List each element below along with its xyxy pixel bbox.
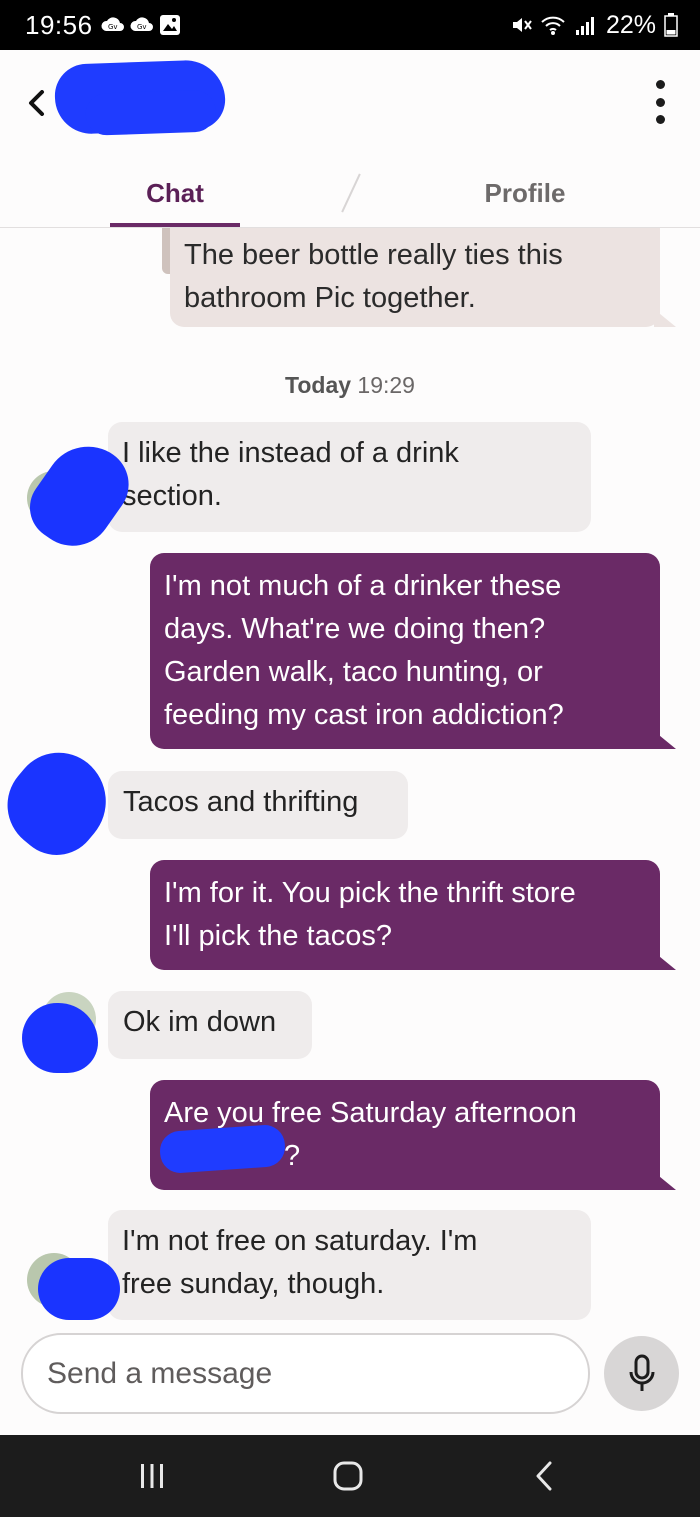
message-text-line: bathroom Pic together. bbox=[184, 282, 476, 314]
avatar-redaction bbox=[38, 1258, 120, 1320]
image-icon bbox=[159, 15, 180, 35]
back-icon bbox=[536, 1461, 552, 1491]
home-button[interactable] bbox=[318, 1453, 378, 1499]
outgoing-message-bubble[interactable]: The beer bottle really ties this bathroo… bbox=[162, 228, 676, 327]
message-text-line: Tacos and thrifting bbox=[123, 786, 359, 818]
contact-name-redaction bbox=[53, 59, 227, 135]
message-text-line: days. What're we doing then? bbox=[164, 613, 546, 645]
mute-icon bbox=[512, 18, 532, 32]
svg-text:Gv: Gv bbox=[137, 23, 147, 31]
recent-apps-button[interactable] bbox=[122, 1453, 182, 1499]
tab-bar: Chat Profile bbox=[0, 160, 700, 228]
tab-chat[interactable]: Chat bbox=[110, 160, 240, 226]
incoming-message-bubble[interactable]: Tacos and thrifting bbox=[108, 771, 408, 839]
more-vertical-icon-dot bbox=[655, 115, 665, 124]
chat-header bbox=[0, 50, 700, 160]
incoming-message-bubble[interactable]: I like the instead of a drink section. bbox=[108, 422, 591, 532]
text-redaction bbox=[158, 1123, 287, 1175]
svg-text:Gv: Gv bbox=[108, 23, 118, 31]
system-nav-bar bbox=[0, 1435, 700, 1517]
tab-profile[interactable]: Profile bbox=[455, 160, 595, 226]
message-text-line: I'm not free on saturday. I'm bbox=[122, 1225, 478, 1257]
more-vertical-icon-dot bbox=[655, 80, 665, 89]
date-divider: Today 19:29 bbox=[0, 372, 700, 399]
message-text-line: feeding my cast iron addiction? bbox=[164, 699, 564, 731]
timestamp-day: Today bbox=[285, 372, 352, 398]
message-text-line: The beer bottle really ties this bbox=[184, 239, 563, 271]
outgoing-message-bubble[interactable]: I'm not much of a drinker these days. Wh… bbox=[150, 553, 676, 749]
home-icon bbox=[333, 1461, 363, 1491]
wifi-icon bbox=[541, 16, 565, 35]
message-text-line: Ok im down bbox=[123, 1006, 277, 1038]
message-input[interactable] bbox=[21, 1333, 590, 1414]
message-text-line: I'm not much of a drinker these bbox=[164, 570, 562, 602]
recent-apps-icon bbox=[141, 1464, 163, 1488]
back-button[interactable] bbox=[22, 86, 50, 120]
notification-icons: Gv Gv bbox=[101, 14, 181, 36]
system-back-button[interactable] bbox=[514, 1453, 574, 1499]
more-options-button[interactable] bbox=[648, 80, 672, 124]
incoming-message-bubble[interactable]: I'm not free on saturday. I'm free sunda… bbox=[108, 1210, 591, 1320]
battery-icon bbox=[664, 13, 678, 37]
incoming-message-bubble[interactable]: Ok im down bbox=[108, 991, 312, 1059]
microphone-button[interactable] bbox=[604, 1336, 679, 1411]
message-text-line: free sunday, though. bbox=[122, 1268, 385, 1300]
gv-cloud-icon: Gv bbox=[130, 17, 153, 31]
message-text-line: I'll pick the tacos? bbox=[164, 920, 392, 952]
tab-divider bbox=[341, 173, 361, 213]
message-text-line: section. bbox=[122, 480, 222, 512]
message-text-line: Garden walk, taco hunting, or bbox=[164, 656, 543, 688]
message-text-line: I'm for it. You pick the thrift store bbox=[164, 877, 576, 909]
outgoing-message-bubble[interactable]: I'm for it. You pick the thrift store I'… bbox=[150, 860, 676, 970]
chevron-left-icon bbox=[29, 90, 44, 116]
timestamp-time: 19:29 bbox=[357, 372, 415, 398]
status-right: 22% bbox=[510, 11, 678, 40]
microphone-icon bbox=[629, 1354, 654, 1391]
status-left: 19:56 Gv Gv bbox=[25, 10, 181, 41]
status-bar: 19:56 Gv Gv 22% bbox=[0, 0, 700, 50]
status-time: 19:56 bbox=[25, 9, 93, 40]
active-tab-indicator bbox=[110, 223, 240, 227]
gv-cloud-icon: Gv bbox=[101, 17, 124, 31]
battery-percent: 22% bbox=[605, 10, 656, 39]
more-vertical-icon-dot bbox=[655, 97, 665, 107]
message-list[interactable]: The beer bottle really ties this bathroo… bbox=[0, 228, 700, 1333]
message-composer bbox=[0, 1333, 700, 1435]
message-text-line: I like the instead of a drink bbox=[122, 437, 459, 469]
signal-icon bbox=[575, 17, 594, 35]
